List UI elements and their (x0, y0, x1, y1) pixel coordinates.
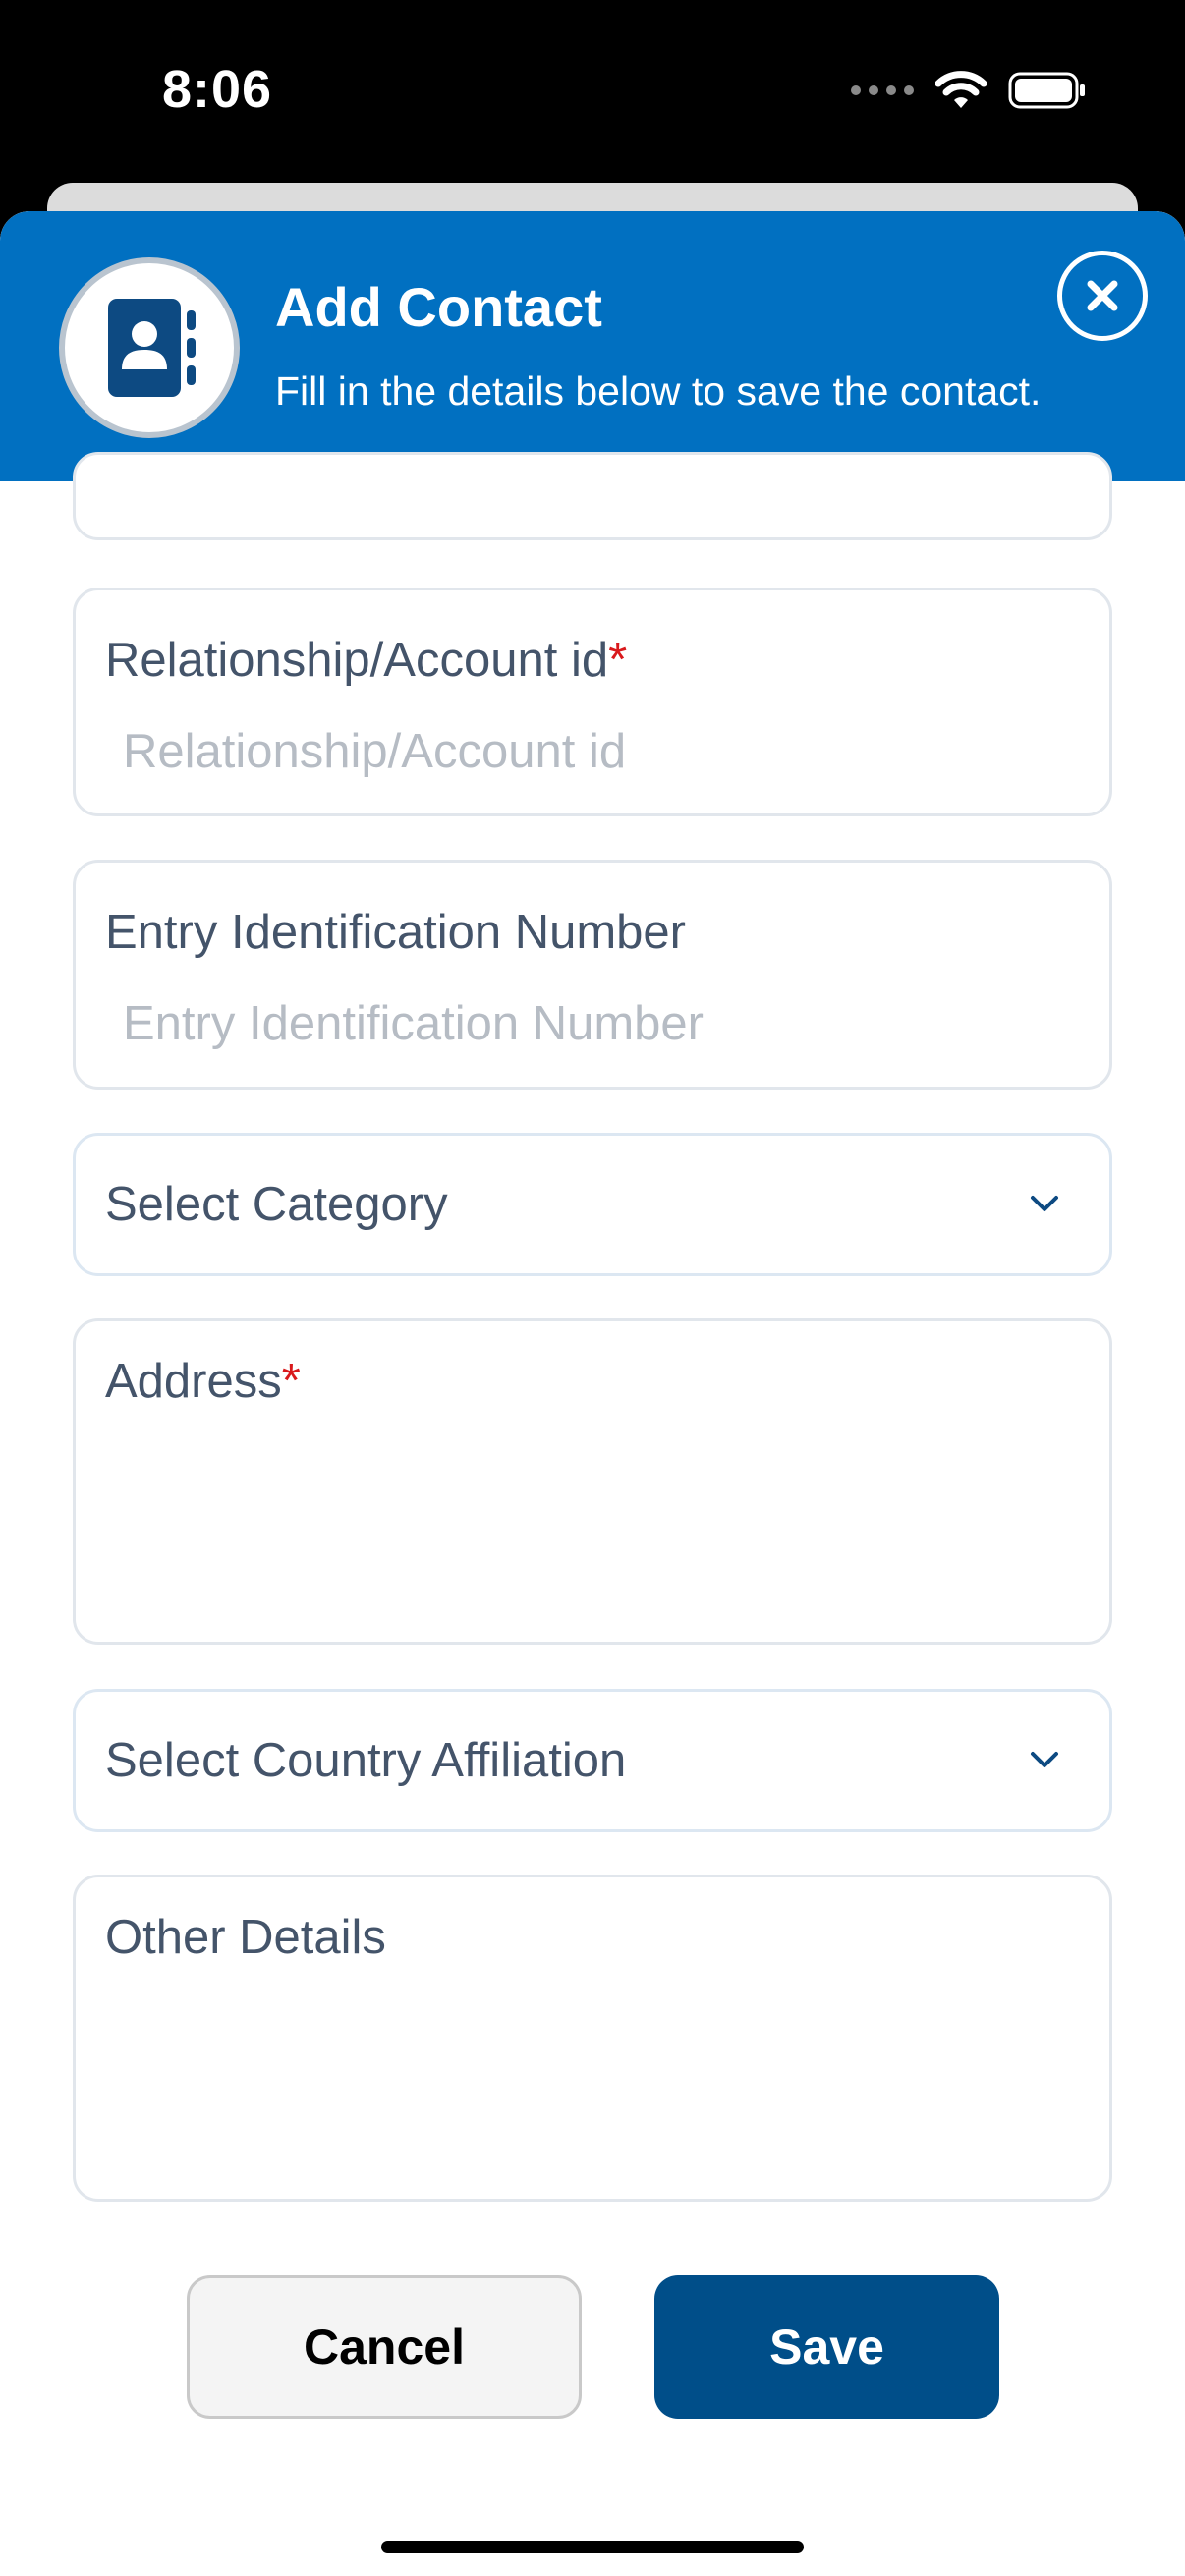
country-affiliation-label: Select Country Affiliation (105, 1734, 627, 1787)
address-field[interactable]: Address* (73, 1318, 1112, 1645)
contact-book-icon (108, 299, 196, 397)
previous-field[interactable] (73, 452, 1112, 540)
signal-icon (851, 85, 914, 95)
wifi-icon (935, 71, 987, 108)
status-time: 8:06 (162, 60, 273, 119)
category-select-label: Select Category (105, 1178, 448, 1231)
header-title: Add Contact (275, 276, 602, 338)
other-details-field[interactable]: Other Details (73, 1875, 1112, 2202)
country-affiliation-select[interactable]: Select Country Affiliation (73, 1689, 1112, 1832)
relationship-account-field[interactable]: Relationship/Account id* Relationship/Ac… (73, 588, 1112, 816)
address-label: Address* (105, 1355, 301, 1408)
close-icon (1087, 280, 1118, 311)
close-button[interactable] (1057, 251, 1148, 341)
chevron-down-icon (1031, 1752, 1058, 1767)
status-bar: 8:06 (0, 0, 1185, 187)
add-contact-sheet: Add Contact Fill in the details below to… (0, 211, 1185, 2576)
relationship-account-input[interactable]: Relationship/Account id (123, 724, 626, 779)
cancel-button[interactable]: Cancel (187, 2275, 582, 2419)
sheet-header: Add Contact Fill in the details below to… (0, 211, 1185, 481)
chevron-down-icon (1031, 1196, 1058, 1211)
status-icons (851, 71, 1087, 110)
other-details-label: Other Details (105, 1911, 386, 1964)
header-subtitle: Fill in the details below to save the co… (275, 368, 1042, 414)
contact-avatar (59, 257, 240, 438)
battery-icon (1008, 72, 1085, 109)
relationship-account-label: Relationship/Account id* (105, 634, 628, 687)
entry-identification-field[interactable]: Entry Identification Number Entry Identi… (73, 860, 1112, 1090)
save-button[interactable]: Save (654, 2275, 999, 2419)
entry-identification-label: Entry Identification Number (105, 906, 686, 959)
home-indicator (381, 2541, 804, 2553)
entry-identification-input[interactable]: Entry Identification Number (123, 996, 704, 1051)
category-select[interactable]: Select Category (73, 1133, 1112, 1276)
